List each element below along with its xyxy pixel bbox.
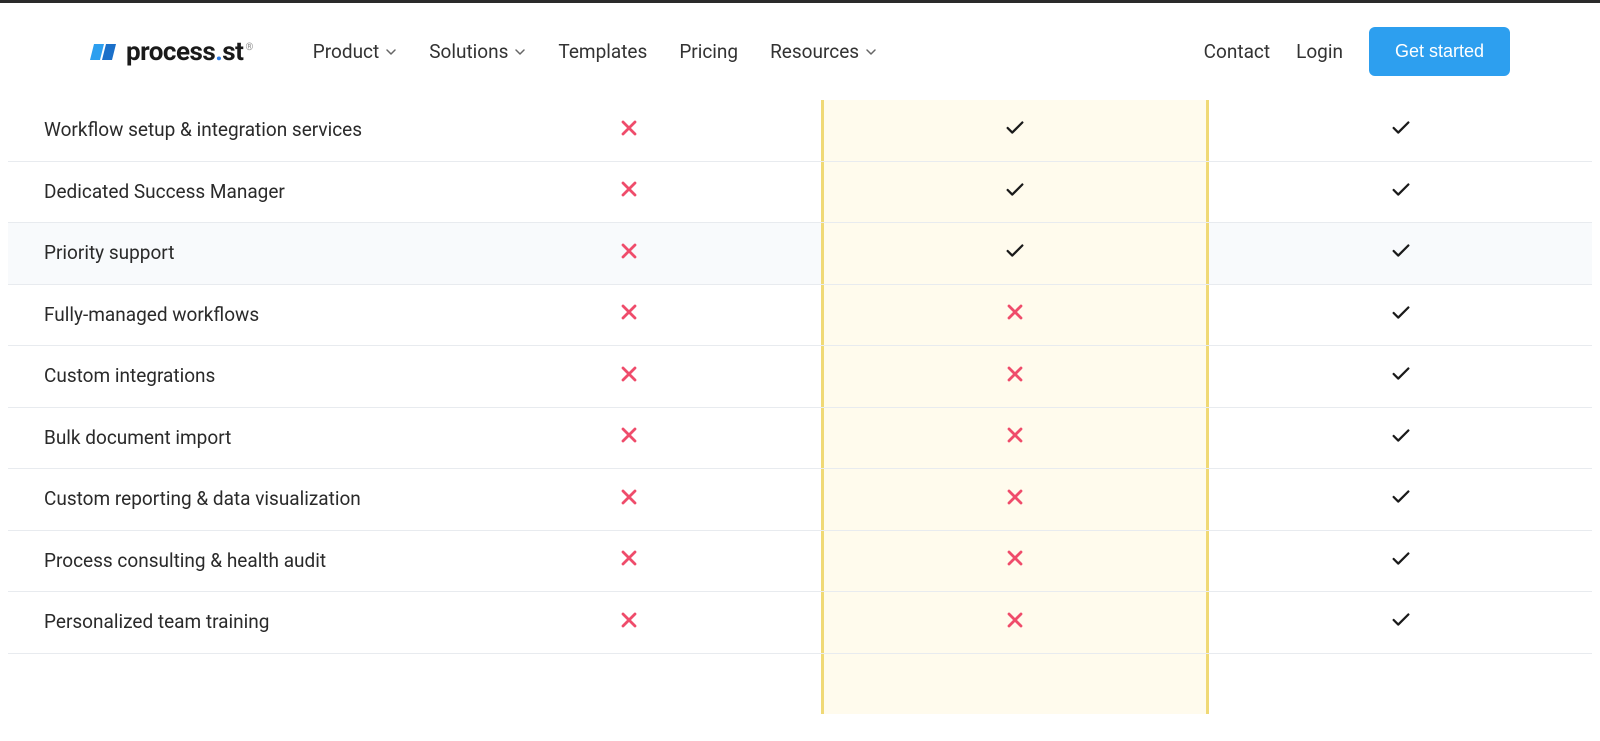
table-footer-row [8,654,1592,714]
plan-col-1 [438,425,821,450]
x-icon [620,179,638,204]
chevron-down-icon [514,46,526,58]
table-row: Dedicated Success Manager [8,162,1592,224]
plan-col-2-highlighted [821,162,1210,223]
table-row: Bulk document import [8,408,1592,470]
plan-col-1 [438,179,821,204]
plan-col-1 [438,487,821,512]
table-row: Fully-managed workflows [8,285,1592,347]
plan-col-2-highlighted [821,285,1210,346]
x-icon [620,610,638,635]
x-icon [1006,610,1024,635]
nav-pricing[interactable]: Pricing [679,40,738,63]
plan-col-3 [1209,548,1592,574]
feature-label: Personalized team training [8,592,438,653]
x-icon [1006,487,1024,512]
feature-label: Custom integrations [8,346,438,407]
plan-col-3 [1209,363,1592,389]
x-icon [620,425,638,450]
table-row: Personalized team training [8,592,1592,654]
table-row: Priority support [8,223,1592,285]
logo[interactable]: process.st® [90,37,253,67]
plan-col-1 [438,241,821,266]
check-icon [1390,548,1412,574]
get-started-button[interactable]: Get started [1369,27,1510,76]
check-icon [1390,302,1412,328]
logo-icon [90,38,118,66]
nav-resources[interactable]: Resources [770,40,877,63]
x-icon [620,302,638,327]
feature-label: Priority support [8,223,438,284]
check-icon [1390,425,1412,451]
feature-label: Process consulting & health audit [8,531,438,592]
check-icon [1390,117,1412,143]
pricing-comparison-table: Workflow setup & integration servicesDed… [0,100,1600,714]
plan-col-3 [1209,302,1592,328]
feature-label: Fully-managed workflows [8,285,438,346]
x-icon [620,241,638,266]
plan-col-2-highlighted [821,346,1210,407]
check-icon [1390,486,1412,512]
header: process.st® Product Solutions Templates … [0,3,1600,100]
plan-col-3 [1209,609,1592,635]
plan-col-1 [438,364,821,389]
plan-col-1 [438,548,821,573]
plan-col-3 [1209,179,1592,205]
check-icon [1390,240,1412,266]
x-icon [1006,364,1024,389]
check-icon [1390,609,1412,635]
feature-label: Bulk document import [8,408,438,469]
plan-col-2-highlighted [821,100,1210,161]
plan-col-3 [1209,486,1592,512]
plan-col-2-highlighted [821,531,1210,592]
check-icon [1390,179,1412,205]
feature-label: Workflow setup & integration services [8,100,438,161]
plan-col-1 [438,302,821,327]
plan-col-2-highlighted [821,223,1210,284]
feature-label: Dedicated Success Manager [8,162,438,223]
header-left: process.st® Product Solutions Templates … [90,37,877,67]
table-row: Custom integrations [8,346,1592,408]
check-icon [1004,240,1026,266]
feature-label: Custom reporting & data visualization [8,469,438,530]
check-icon [1004,179,1026,205]
login-link[interactable]: Login [1296,40,1343,63]
chevron-down-icon [865,46,877,58]
logo-text: process.st® [126,37,253,67]
x-icon [620,364,638,389]
plan-col-2-highlighted [821,592,1210,653]
plan-col-3 [1209,117,1592,143]
nav-solutions[interactable]: Solutions [429,40,526,63]
chevron-down-icon [385,46,397,58]
plan-col-1 [438,610,821,635]
plan-col-2-highlighted [821,469,1210,530]
x-icon [1006,425,1024,450]
nav-templates[interactable]: Templates [558,40,647,63]
x-icon [620,548,638,573]
contact-link[interactable]: Contact [1204,40,1270,63]
x-icon [620,487,638,512]
plan-col-3 [1209,425,1592,451]
plan-col-2-highlighted [821,408,1210,469]
plan-col-1 [438,118,821,143]
header-right: Contact Login Get started [1204,27,1510,76]
check-icon [1390,363,1412,389]
nav-product[interactable]: Product [313,40,397,63]
main-nav: Product Solutions Templates Pricing Reso… [313,40,877,63]
x-icon [1006,302,1024,327]
x-icon [1006,548,1024,573]
table-row: Process consulting & health audit [8,531,1592,593]
x-icon [620,118,638,143]
table-row: Custom reporting & data visualization [8,469,1592,531]
plan-col-3 [1209,240,1592,266]
check-icon [1004,117,1026,143]
table-row: Workflow setup & integration services [8,100,1592,162]
